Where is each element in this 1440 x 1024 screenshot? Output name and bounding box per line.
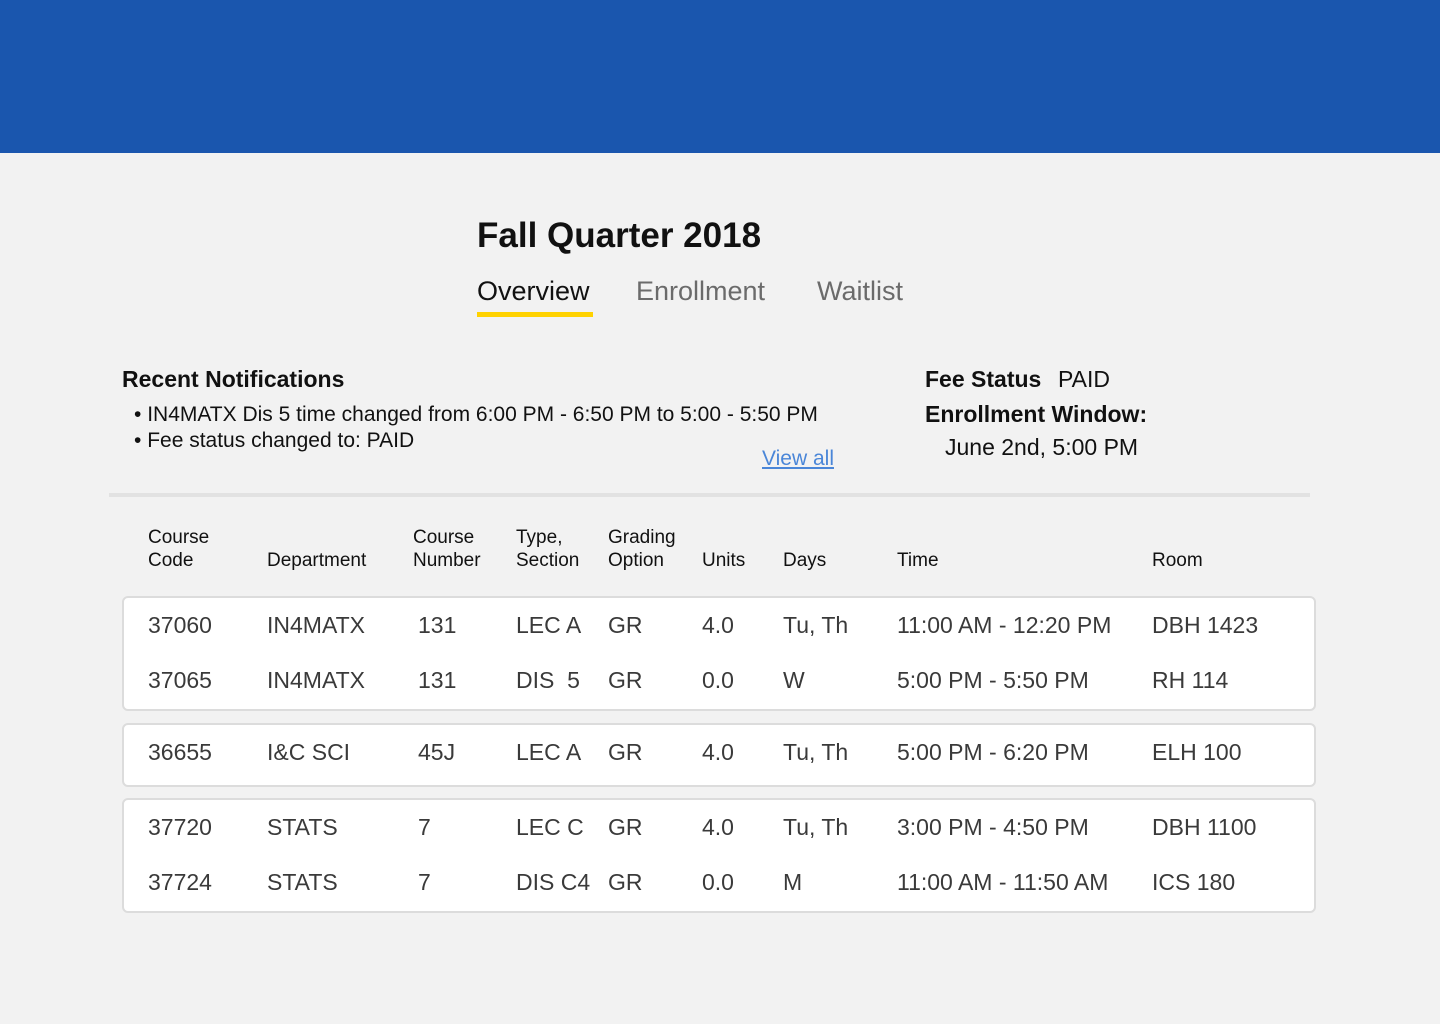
notification-item: IN4MATX Dis 5 time changed from 6:00 PM … — [134, 402, 818, 428]
cell-department: IN4MATX — [267, 612, 365, 638]
column-header-line: Department — [267, 550, 367, 571]
column-header-line: Type, — [516, 527, 563, 548]
column-header-code: Course Code — [148, 526, 209, 572]
cell-number: 7 — [418, 814, 431, 840]
enrollment-window-value: June 2nd, 5:00 PM — [945, 434, 1139, 460]
cell-units: 4.0 — [702, 739, 734, 765]
column-header-line — [1152, 526, 1203, 549]
cell-section: LEC C — [516, 814, 584, 840]
view-all-link[interactable]: View all — [762, 447, 834, 471]
cell-number: 131 — [418, 612, 457, 638]
column-header-line: Grading — [608, 527, 676, 548]
cell-code: 36655 — [148, 739, 212, 765]
header-bar — [0, 0, 1440, 153]
column-header-line: Section — [516, 550, 580, 571]
fee-status-value: PAID — [1058, 366, 1110, 392]
cell-days: Tu, Th — [783, 739, 849, 765]
cell-grading: GR — [608, 869, 643, 895]
cell-room: ELH 100 — [1152, 739, 1242, 765]
tab-overview[interactable]: Overview — [477, 276, 590, 307]
cell-grading: GR — [608, 739, 643, 765]
column-header-grading: Grading Option — [608, 526, 676, 572]
course-group: 37720 STATS 7 LEC C GR 4.0 Tu, Th 3:00 PM - 4:5… — [122, 798, 1316, 913]
notification-item: Fee status changed to: PAID — [134, 428, 818, 454]
cell-time: 5:00 PM - 6:20 PM — [897, 739, 1089, 765]
column-header-units: Units — [702, 526, 745, 572]
cell-code: 37724 — [148, 869, 212, 895]
active-tab-indicator — [477, 312, 593, 317]
cell-number: 7 — [418, 869, 431, 895]
cell-time: 3:00 PM - 4:50 PM — [897, 814, 1089, 840]
column-header-line — [267, 526, 366, 549]
column-header-line: Days — [783, 550, 827, 571]
column-header-line: Units — [702, 550, 746, 571]
column-header-line: Number — [413, 550, 481, 571]
column-header-department: Department — [267, 526, 366, 572]
cell-number: 45J — [418, 739, 456, 765]
cell-code: 37720 — [148, 814, 212, 840]
cell-time: 11:00 AM - 12:20 PM — [897, 612, 1112, 638]
column-header-line: Code — [148, 550, 194, 571]
column-header-line: Course — [413, 527, 475, 548]
cell-room: DBH 1423 — [1152, 612, 1259, 638]
notifications-list: IN4MATX Dis 5 time changed from 6:00 PM … — [134, 402, 818, 454]
cell-units: 4.0 — [702, 612, 734, 638]
cell-days: W — [783, 667, 805, 693]
cell-code: 37065 — [148, 667, 212, 693]
cell-grading: GR — [608, 814, 643, 840]
column-header-days: Days — [783, 526, 826, 572]
cell-department: I&C SCI — [267, 739, 351, 765]
cell-department: STATS — [267, 869, 338, 895]
cell-grading: GR — [608, 612, 643, 638]
column-header-time: Time — [897, 526, 939, 572]
column-header-section: Type, Section — [516, 526, 579, 572]
cell-time: 5:00 PM - 5:50 PM — [897, 667, 1089, 693]
column-header-number: Course Number — [413, 526, 481, 572]
cell-section: LEC A — [516, 612, 582, 638]
column-header-room: Room — [1152, 526, 1203, 572]
cell-units: 4.0 — [702, 814, 734, 840]
cell-units: 0.0 — [702, 667, 734, 693]
column-header-line — [702, 526, 745, 549]
cell-room: RH 114 — [1152, 667, 1229, 693]
cell-section: LEC A — [516, 739, 582, 765]
cell-days: Tu, Th — [783, 814, 849, 840]
cell-room: ICS 180 — [1152, 869, 1236, 895]
cell-units: 0.0 — [702, 869, 734, 895]
section-divider — [109, 493, 1310, 497]
cell-grading: GR — [608, 667, 643, 693]
column-header-line — [897, 526, 939, 549]
page-title: Fall Quarter 2018 — [477, 216, 762, 255]
tab-enrollment[interactable]: Enrollment — [636, 276, 765, 307]
column-header-line: Room — [1152, 550, 1203, 571]
cell-section: DIS C4 — [516, 869, 591, 895]
notifications-title: Recent Notifications — [122, 366, 345, 392]
fee-status-label: Fee Status — [925, 366, 1042, 392]
cell-days: Tu, Th — [783, 612, 849, 638]
cell-time: 11:00 AM - 11:50 AM — [897, 869, 1109, 895]
cell-days: M — [783, 869, 803, 895]
cell-code: 37060 — [148, 612, 212, 638]
course-group: 37060 IN4MATX 131 LEC A GR 4.0 Tu, Th 11:00 AM … — [122, 596, 1316, 711]
cell-room: DBH 1100 — [1152, 814, 1257, 840]
column-header-line: Time — [897, 550, 939, 571]
cell-section: DIS 5 — [516, 667, 580, 693]
column-header-line: Option — [608, 550, 664, 571]
cell-number: 131 — [418, 667, 457, 693]
cell-department: STATS — [267, 814, 338, 840]
cell-department: IN4MATX — [267, 667, 365, 693]
column-header-line — [783, 526, 826, 549]
course-group: 36655 I&C SCI 45J LEC A GR 4.0 Tu, Th 5:00 PM -… — [122, 723, 1316, 787]
tab-waitlist[interactable]: Waitlist — [817, 276, 903, 307]
enrollment-window-label: Enrollment Window: — [925, 401, 1148, 427]
column-header-line: Course — [148, 527, 210, 548]
